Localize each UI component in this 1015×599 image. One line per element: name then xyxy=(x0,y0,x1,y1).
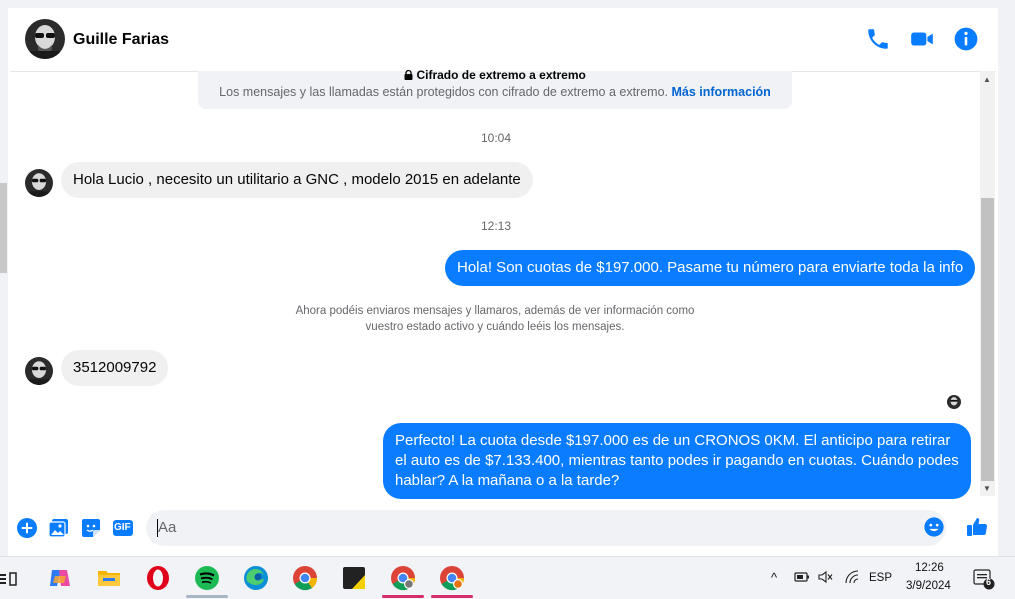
encryption-title-text: Cifrado de extremo a extremo xyxy=(416,68,586,82)
opera-icon[interactable] xyxy=(145,565,171,591)
contact-permission-notice: Ahora podéis enviaros mensajes y llamaro… xyxy=(270,303,720,335)
encryption-description: Los mensajes y las llamadas están proteg… xyxy=(198,85,792,99)
sticky-notes-icon[interactable] xyxy=(341,565,367,591)
clock-date[interactable]: 3/9/2024 xyxy=(906,580,951,592)
file-explorer-icon[interactable] xyxy=(96,565,122,591)
notification-count: 6 xyxy=(986,577,992,587)
notice-line: vuestro estado activo y cuándo leéis los… xyxy=(365,321,625,333)
message-bubble-outgoing[interactable]: Hola! Son cuotas de $197.000. Pasame tu … xyxy=(445,250,976,286)
message-bubble-incoming[interactable]: 3512009792 xyxy=(61,350,169,386)
encryption-title: Cifrado de extremo a extremo xyxy=(198,68,792,82)
scroll-up-arrow[interactable]: ▲ xyxy=(983,75,991,85)
spotify-icon[interactable] xyxy=(194,565,220,591)
conversation-header: Guille Farias xyxy=(10,8,996,72)
task-view-icon[interactable] xyxy=(0,565,18,591)
encryption-description-text: Los mensajes y las llamadas están proteg… xyxy=(219,85,669,99)
right-edge-rail xyxy=(998,8,1015,556)
contact-name[interactable]: Guille Farias xyxy=(73,31,169,49)
more-info-link[interactable]: Más información xyxy=(672,85,771,99)
notice-line: Ahora podéis enviaros mensajes y llamaro… xyxy=(295,305,695,317)
left-scroll-thumb[interactable] xyxy=(0,183,7,273)
wifi-icon[interactable] xyxy=(844,570,860,584)
message-input-placeholder: Aa xyxy=(158,519,177,536)
sticker-icon[interactable] xyxy=(79,516,103,540)
thumbs-up-icon[interactable] xyxy=(965,515,989,539)
volume-muted-icon[interactable] xyxy=(818,570,834,584)
phone-icon[interactable] xyxy=(865,26,891,52)
image-icon[interactable] xyxy=(47,516,71,540)
sender-avatar[interactable] xyxy=(25,357,53,385)
conversation-scrollbar[interactable]: ▲ ▼ xyxy=(980,71,995,496)
sender-avatar[interactable] xyxy=(25,169,53,197)
gif-label: GIF xyxy=(114,522,131,533)
video-icon[interactable] xyxy=(909,26,935,52)
seen-indicator-avatar xyxy=(947,395,961,409)
chevron-up-icon[interactable]: ^ xyxy=(771,570,777,585)
contact-avatar[interactable] xyxy=(25,19,65,59)
message-input[interactable]: Aa xyxy=(146,510,946,546)
gif-icon[interactable]: GIF xyxy=(111,516,135,540)
scroll-down-arrow[interactable]: ▼ xyxy=(983,484,991,494)
chrome-profile-icon[interactable] xyxy=(439,565,465,591)
window-top-strip xyxy=(0,0,1015,8)
timestamp: 10:04 xyxy=(481,131,512,145)
timestamp: 12:13 xyxy=(481,219,512,233)
message-bubble-outgoing[interactable]: Perfecto! La cuota desde $197.000 es de … xyxy=(383,423,971,499)
lock-icon xyxy=(404,68,416,82)
clock-time[interactable]: 12:26 xyxy=(915,562,944,574)
chrome-icon[interactable] xyxy=(292,565,318,591)
scrollbar-thumb[interactable] xyxy=(981,198,994,481)
emoji-icon[interactable] xyxy=(923,516,945,538)
copilot-icon[interactable] xyxy=(47,565,73,591)
message-composer: GIF Aa xyxy=(10,503,996,553)
input-language[interactable]: ESP xyxy=(869,572,892,584)
info-icon[interactable] xyxy=(953,26,979,52)
message-bubble-incoming[interactable]: Hola Lucio , necesito un utilitario a GN… xyxy=(61,162,533,198)
notifications-icon[interactable]: 6 xyxy=(973,568,995,590)
battery-icon[interactable] xyxy=(794,570,810,584)
windows-taskbar: ^ ESP 12:26 3/9/2024 6 xyxy=(0,556,1015,599)
left-scroll-rail xyxy=(0,8,8,556)
edge-icon[interactable] xyxy=(243,565,269,591)
chrome-profile-icon[interactable] xyxy=(390,565,416,591)
encryption-notice: Cifrado de extremo a extremo Los mensaje… xyxy=(198,68,792,109)
plus-icon[interactable] xyxy=(15,516,39,540)
